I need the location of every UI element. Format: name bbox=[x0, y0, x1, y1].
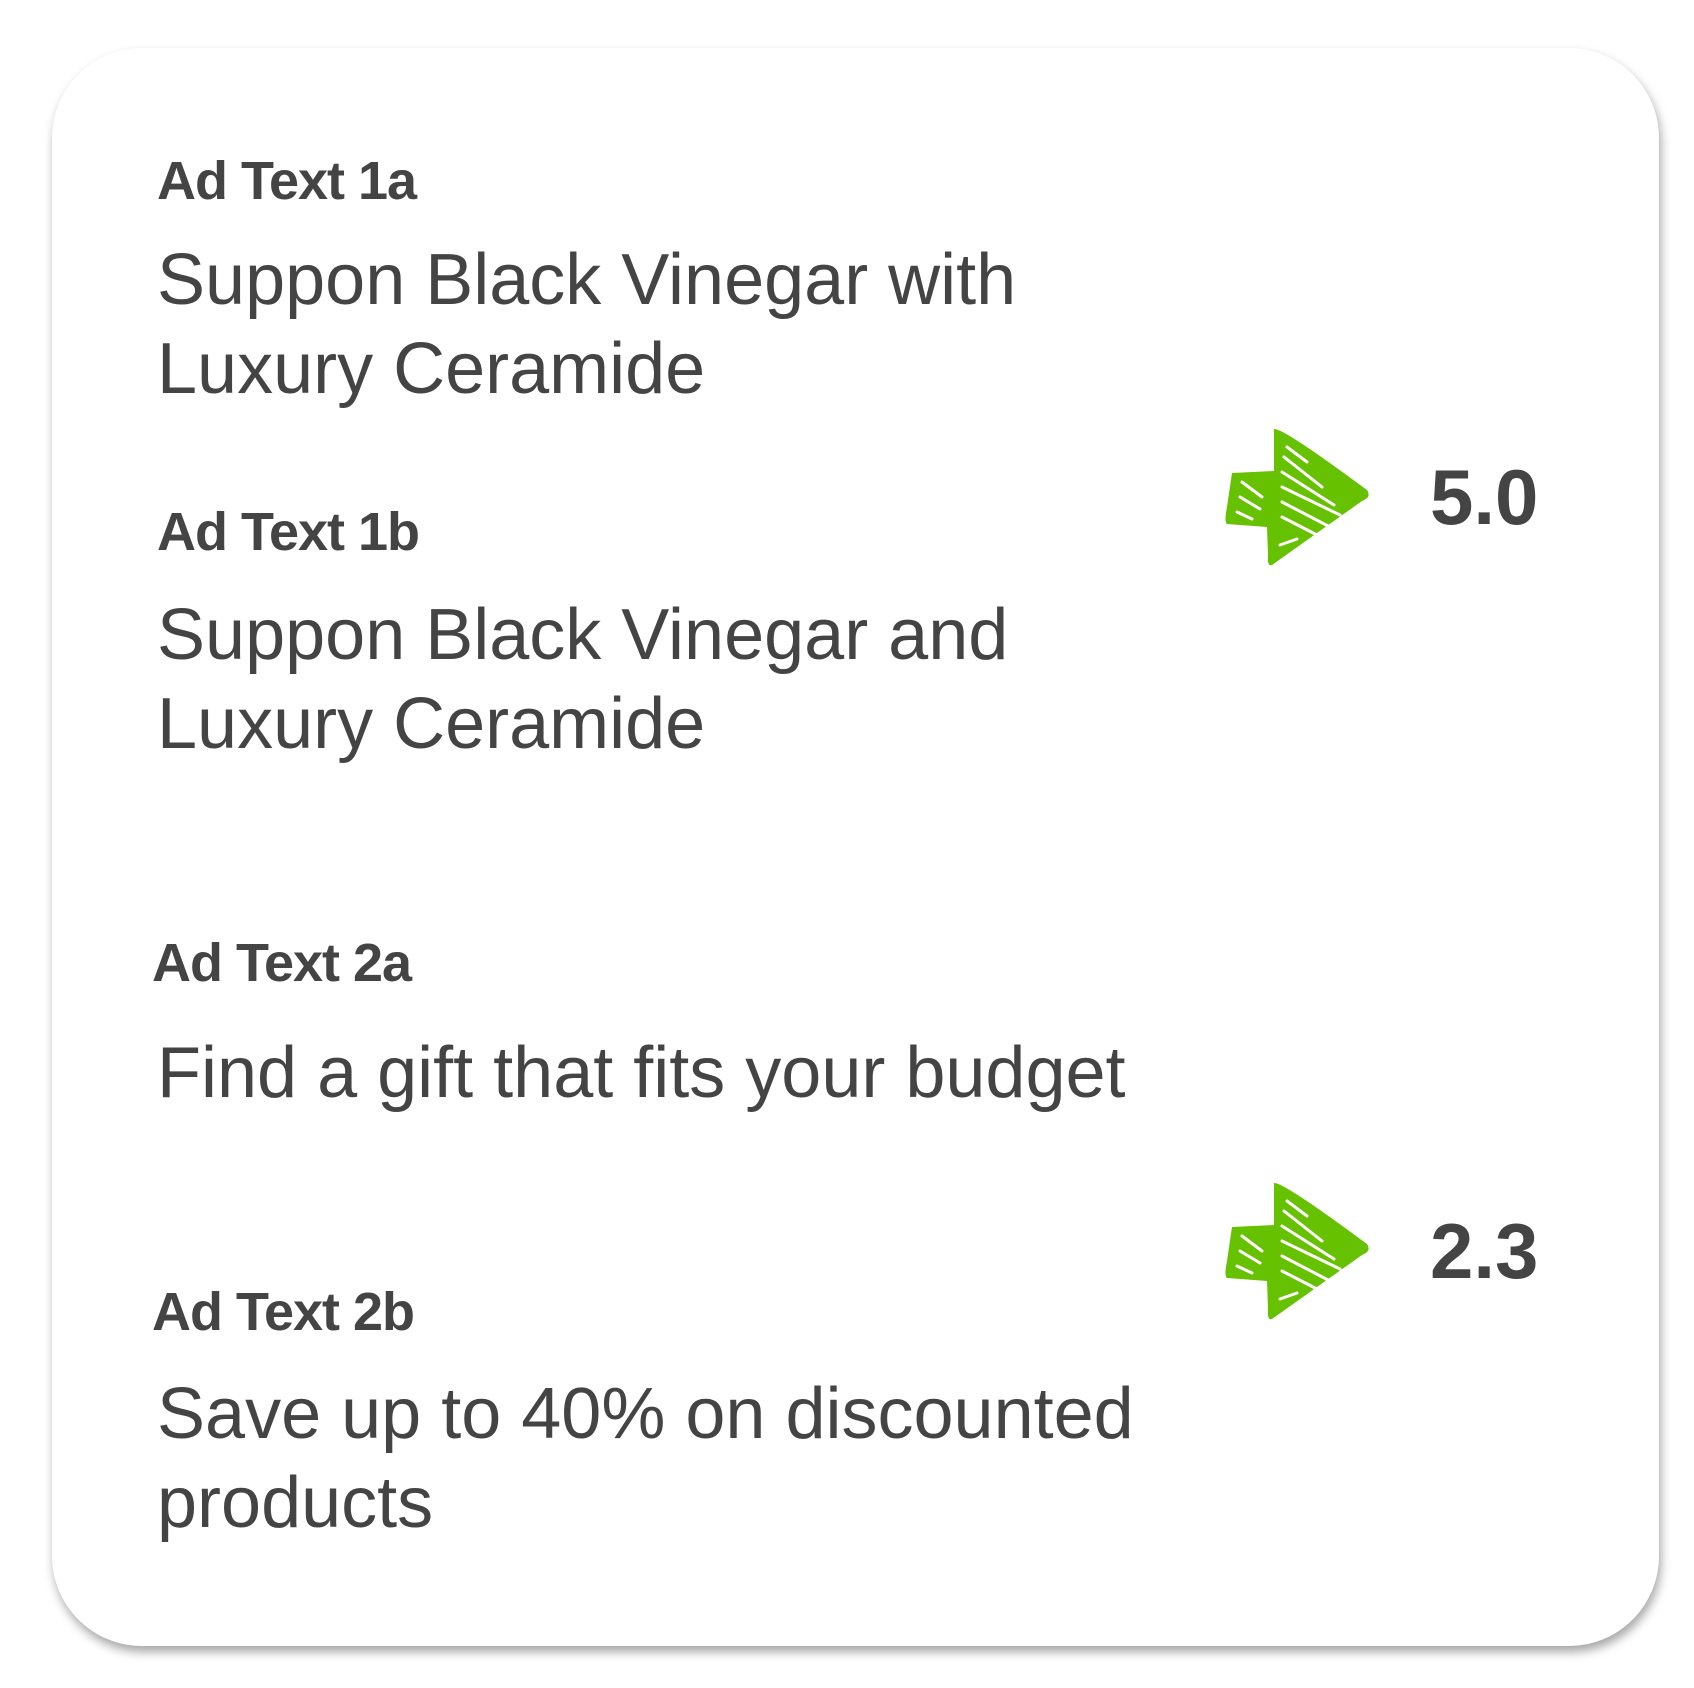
ad-text-2b-label: Ad Text 2b bbox=[152, 1282, 415, 1342]
score-2: 2.3 bbox=[1430, 1207, 1539, 1295]
ad-text-1b: Suppon Black Vinegar and Luxury Ceramide bbox=[157, 595, 1009, 764]
ad-text-2a: Find a gift that fits your budget bbox=[157, 1033, 1126, 1113]
ad-text-2a-label: Ad Text 2a bbox=[152, 933, 412, 993]
ad-text-1b-label: Ad Text 1b bbox=[157, 502, 420, 562]
ad-text-1a-label: Ad Text 1a bbox=[157, 151, 417, 211]
score-1: 5.0 bbox=[1430, 453, 1539, 541]
sketch-arrow-right-icon bbox=[1225, 428, 1369, 566]
ad-text-1a: Suppon Black Vinegar with Luxury Ceramid… bbox=[157, 240, 1017, 409]
sketch-arrow-right-icon bbox=[1225, 1182, 1369, 1320]
ad-text-2b: Save up to 40% on discounted products bbox=[157, 1374, 1134, 1543]
